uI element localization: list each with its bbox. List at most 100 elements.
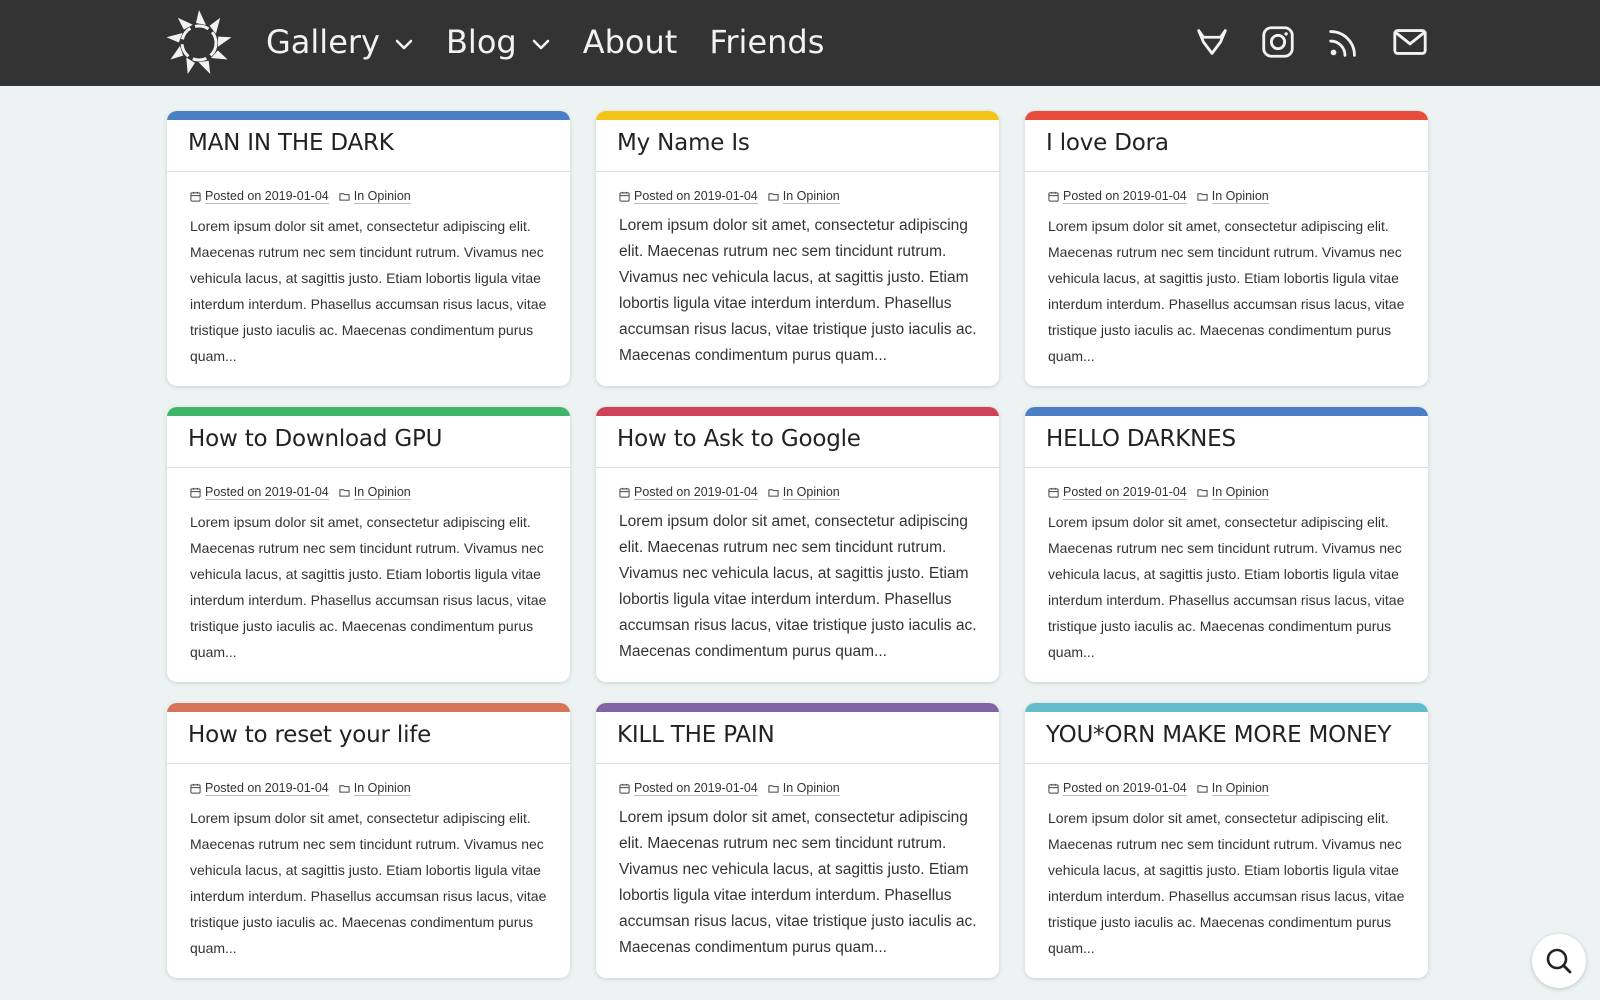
post-title[interactable]: How to Download GPU bbox=[167, 416, 570, 468]
nav-item-friends[interactable]: Friends bbox=[709, 0, 824, 84]
post-date[interactable]: Posted on 2019-01-04 bbox=[1063, 189, 1187, 204]
post-category[interactable]: In Opinion bbox=[353, 781, 411, 796]
post-category[interactable]: In Opinion bbox=[1211, 781, 1269, 796]
post-category[interactable]: In Opinion bbox=[1211, 189, 1269, 204]
post-title[interactable]: YOU*ORN MAKE MORE MONEY bbox=[1025, 712, 1428, 764]
post-title[interactable]: I love Dora bbox=[1025, 120, 1428, 172]
post-category[interactable]: In Opinion bbox=[353, 485, 411, 500]
nav-item-gallery[interactable]: Gallery bbox=[266, 0, 414, 84]
folder-icon bbox=[768, 784, 779, 793]
main-nav: Gallery Blog About Friends bbox=[266, 0, 856, 84]
post-card[interactable]: How to Ask to Google Posted on 2019-01-0… bbox=[596, 407, 999, 682]
post-date[interactable]: Posted on 2019-01-04 bbox=[634, 189, 758, 204]
mail-icon[interactable] bbox=[1390, 22, 1430, 62]
post-excerpt: Lorem ipsum dolor sit amet, consectetur … bbox=[619, 217, 977, 364]
post-meta: Posted on 2019-01-04 In Opinion bbox=[619, 187, 978, 205]
search-icon bbox=[1546, 948, 1572, 974]
post-meta: Posted on 2019-01-04 In Opinion bbox=[190, 483, 549, 501]
card-accent-bar bbox=[167, 703, 570, 712]
post-excerpt: Lorem ipsum dolor sit amet, consectetur … bbox=[190, 810, 547, 956]
post-card[interactable]: HELLO DARKNES Posted on 2019-01-04 In Op… bbox=[1025, 407, 1428, 682]
post-title[interactable]: How to reset your life bbox=[167, 712, 570, 764]
card-accent-bar bbox=[1025, 111, 1428, 120]
gitlab-icon[interactable] bbox=[1192, 22, 1232, 62]
folder-icon bbox=[339, 784, 350, 793]
post-category[interactable]: In Opinion bbox=[353, 189, 411, 204]
instagram-icon[interactable] bbox=[1258, 22, 1298, 62]
folder-icon bbox=[768, 488, 779, 497]
post-title[interactable]: MAN IN THE DARK bbox=[167, 120, 570, 172]
post-date[interactable]: Posted on 2019-01-04 bbox=[205, 781, 329, 796]
calendar-icon bbox=[619, 191, 630, 202]
folder-icon bbox=[1197, 784, 1208, 793]
post-card[interactable]: YOU*ORN MAKE MORE MONEY Posted on 2019-0… bbox=[1025, 703, 1428, 978]
calendar-icon bbox=[619, 783, 630, 794]
card-accent-bar bbox=[596, 703, 999, 712]
post-meta: Posted on 2019-01-04 In Opinion bbox=[1048, 483, 1407, 501]
post-card[interactable]: How to Download GPU Posted on 2019-01-04… bbox=[167, 407, 570, 682]
post-card[interactable]: MAN IN THE DARK Posted on 2019-01-04 In … bbox=[167, 111, 570, 386]
folder-icon bbox=[1197, 488, 1208, 497]
post-excerpt: Lorem ipsum dolor sit amet, consectetur … bbox=[619, 513, 977, 660]
post-card[interactable]: How to reset your life Posted on 2019-01… bbox=[167, 703, 570, 978]
post-date[interactable]: Posted on 2019-01-04 bbox=[634, 781, 758, 796]
card-accent-bar bbox=[596, 407, 999, 416]
nav-item-label: About bbox=[582, 23, 678, 61]
post-excerpt: Lorem ipsum dolor sit amet, consectetur … bbox=[1048, 218, 1405, 364]
post-excerpt: Lorem ipsum dolor sit amet, consectetur … bbox=[1048, 810, 1405, 956]
folder-icon bbox=[339, 192, 350, 201]
chevron-down-icon bbox=[395, 39, 413, 50]
calendar-icon bbox=[619, 487, 630, 498]
post-title[interactable]: KILL THE PAIN bbox=[596, 712, 999, 764]
card-accent-bar bbox=[167, 407, 570, 416]
post-date[interactable]: Posted on 2019-01-04 bbox=[205, 485, 329, 500]
post-category[interactable]: In Opinion bbox=[782, 485, 840, 500]
calendar-icon bbox=[190, 191, 201, 202]
calendar-icon bbox=[190, 783, 201, 794]
post-title[interactable]: HELLO DARKNES bbox=[1025, 416, 1428, 468]
nav-item-label: Blog bbox=[445, 23, 517, 61]
post-category[interactable]: In Opinion bbox=[782, 781, 840, 796]
post-grid: MAN IN THE DARK Posted on 2019-01-04 In … bbox=[167, 111, 1428, 978]
calendar-icon bbox=[1048, 191, 1059, 202]
post-category[interactable]: In Opinion bbox=[782, 189, 840, 204]
post-category[interactable]: In Opinion bbox=[1211, 485, 1269, 500]
card-accent-bar bbox=[1025, 407, 1428, 416]
nav-item-label: Gallery bbox=[266, 23, 380, 61]
post-date[interactable]: Posted on 2019-01-04 bbox=[1063, 485, 1187, 500]
folder-icon bbox=[1197, 192, 1208, 201]
calendar-icon bbox=[1048, 783, 1059, 794]
post-excerpt: Lorem ipsum dolor sit amet, consectetur … bbox=[619, 809, 977, 956]
card-accent-bar bbox=[167, 111, 570, 120]
card-accent-bar bbox=[1025, 703, 1428, 712]
post-meta: Posted on 2019-01-04 In Opinion bbox=[190, 187, 549, 205]
calendar-icon bbox=[190, 487, 201, 498]
post-meta: Posted on 2019-01-04 In Opinion bbox=[1048, 187, 1407, 205]
rss-icon[interactable] bbox=[1324, 22, 1364, 62]
sunburst-logo-icon[interactable] bbox=[165, 9, 233, 77]
post-meta: Posted on 2019-01-04 In Opinion bbox=[1048, 779, 1407, 797]
post-excerpt: Lorem ipsum dolor sit amet, consectetur … bbox=[1048, 514, 1405, 660]
post-meta: Posted on 2019-01-04 In Opinion bbox=[619, 779, 978, 797]
folder-icon bbox=[339, 488, 350, 497]
social-links bbox=[1166, 22, 1430, 62]
search-button[interactable] bbox=[1532, 934, 1586, 988]
post-excerpt: Lorem ipsum dolor sit amet, consectetur … bbox=[190, 218, 547, 364]
nav-item-label: Friends bbox=[709, 23, 825, 61]
nav-item-about[interactable]: About bbox=[583, 0, 678, 84]
post-date[interactable]: Posted on 2019-01-04 bbox=[1063, 781, 1187, 796]
post-date[interactable]: Posted on 2019-01-04 bbox=[205, 189, 329, 204]
calendar-icon bbox=[1048, 487, 1059, 498]
post-excerpt: Lorem ipsum dolor sit amet, consectetur … bbox=[190, 514, 547, 660]
top-navbar: Gallery Blog About Friends bbox=[0, 0, 1600, 86]
post-card[interactable]: My Name Is Posted on 2019-01-04 In Opini… bbox=[596, 111, 999, 386]
post-date[interactable]: Posted on 2019-01-04 bbox=[634, 485, 758, 500]
card-accent-bar bbox=[596, 111, 999, 120]
post-card[interactable]: KILL THE PAIN Posted on 2019-01-04 In Op… bbox=[596, 703, 999, 978]
post-title[interactable]: How to Ask to Google bbox=[596, 416, 999, 468]
chevron-down-icon bbox=[532, 39, 550, 50]
post-meta: Posted on 2019-01-04 In Opinion bbox=[190, 779, 549, 797]
post-card[interactable]: I love Dora Posted on 2019-01-04 In Opin… bbox=[1025, 111, 1428, 386]
post-title[interactable]: My Name Is bbox=[596, 120, 999, 172]
nav-item-blog[interactable]: Blog bbox=[446, 0, 551, 84]
